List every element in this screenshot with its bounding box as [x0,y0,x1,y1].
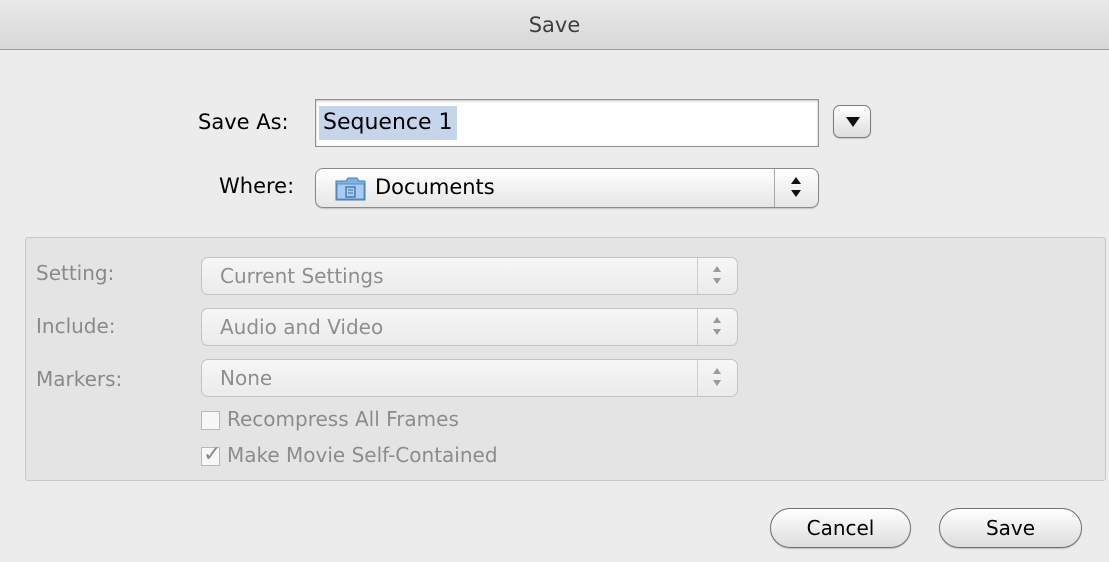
markers-label: Markers: [36,367,123,391]
save-as-input[interactable]: Sequence 1 [315,99,819,147]
self-contained-label: Make Movie Self-Contained [227,443,498,467]
window-title: Save [528,12,581,37]
markers-popup[interactable]: None [201,359,738,397]
cancel-button[interactable]: Cancel [770,508,911,548]
export-options-panel: Setting: Current Settings Include: Audio… [25,237,1106,481]
folder-icon [335,177,366,201]
setting-popup[interactable]: Current Settings [201,257,738,295]
markers-value: None [220,366,273,390]
popup-stepper-icon [697,309,737,345]
save-as-label: Save As: [198,110,289,134]
checkbox-unchecked-icon [201,411,220,430]
checkbox-checked-icon: ✓ [201,442,222,467]
setting-value: Current Settings [220,264,384,288]
triangle-down-icon [846,117,860,127]
include-popup[interactable]: Audio and Video [201,308,738,346]
popup-stepper-icon [697,360,737,396]
save-as-value: Sequence 1 [319,106,457,140]
expand-browser-button[interactable] [833,105,871,138]
where-label: Where: [219,174,295,198]
recompress-label: Recompress All Frames [227,407,459,431]
setting-label: Setting: [36,261,115,285]
include-value: Audio and Video [220,315,384,339]
popup-stepper-icon [697,258,737,294]
save-button[interactable]: Save [939,508,1082,548]
popup-stepper-icon [774,169,818,207]
include-label: Include: [36,314,116,338]
where-popup[interactable]: Documents [315,168,819,208]
where-value: Documents [375,175,495,199]
title-bar: Save [0,0,1109,50]
